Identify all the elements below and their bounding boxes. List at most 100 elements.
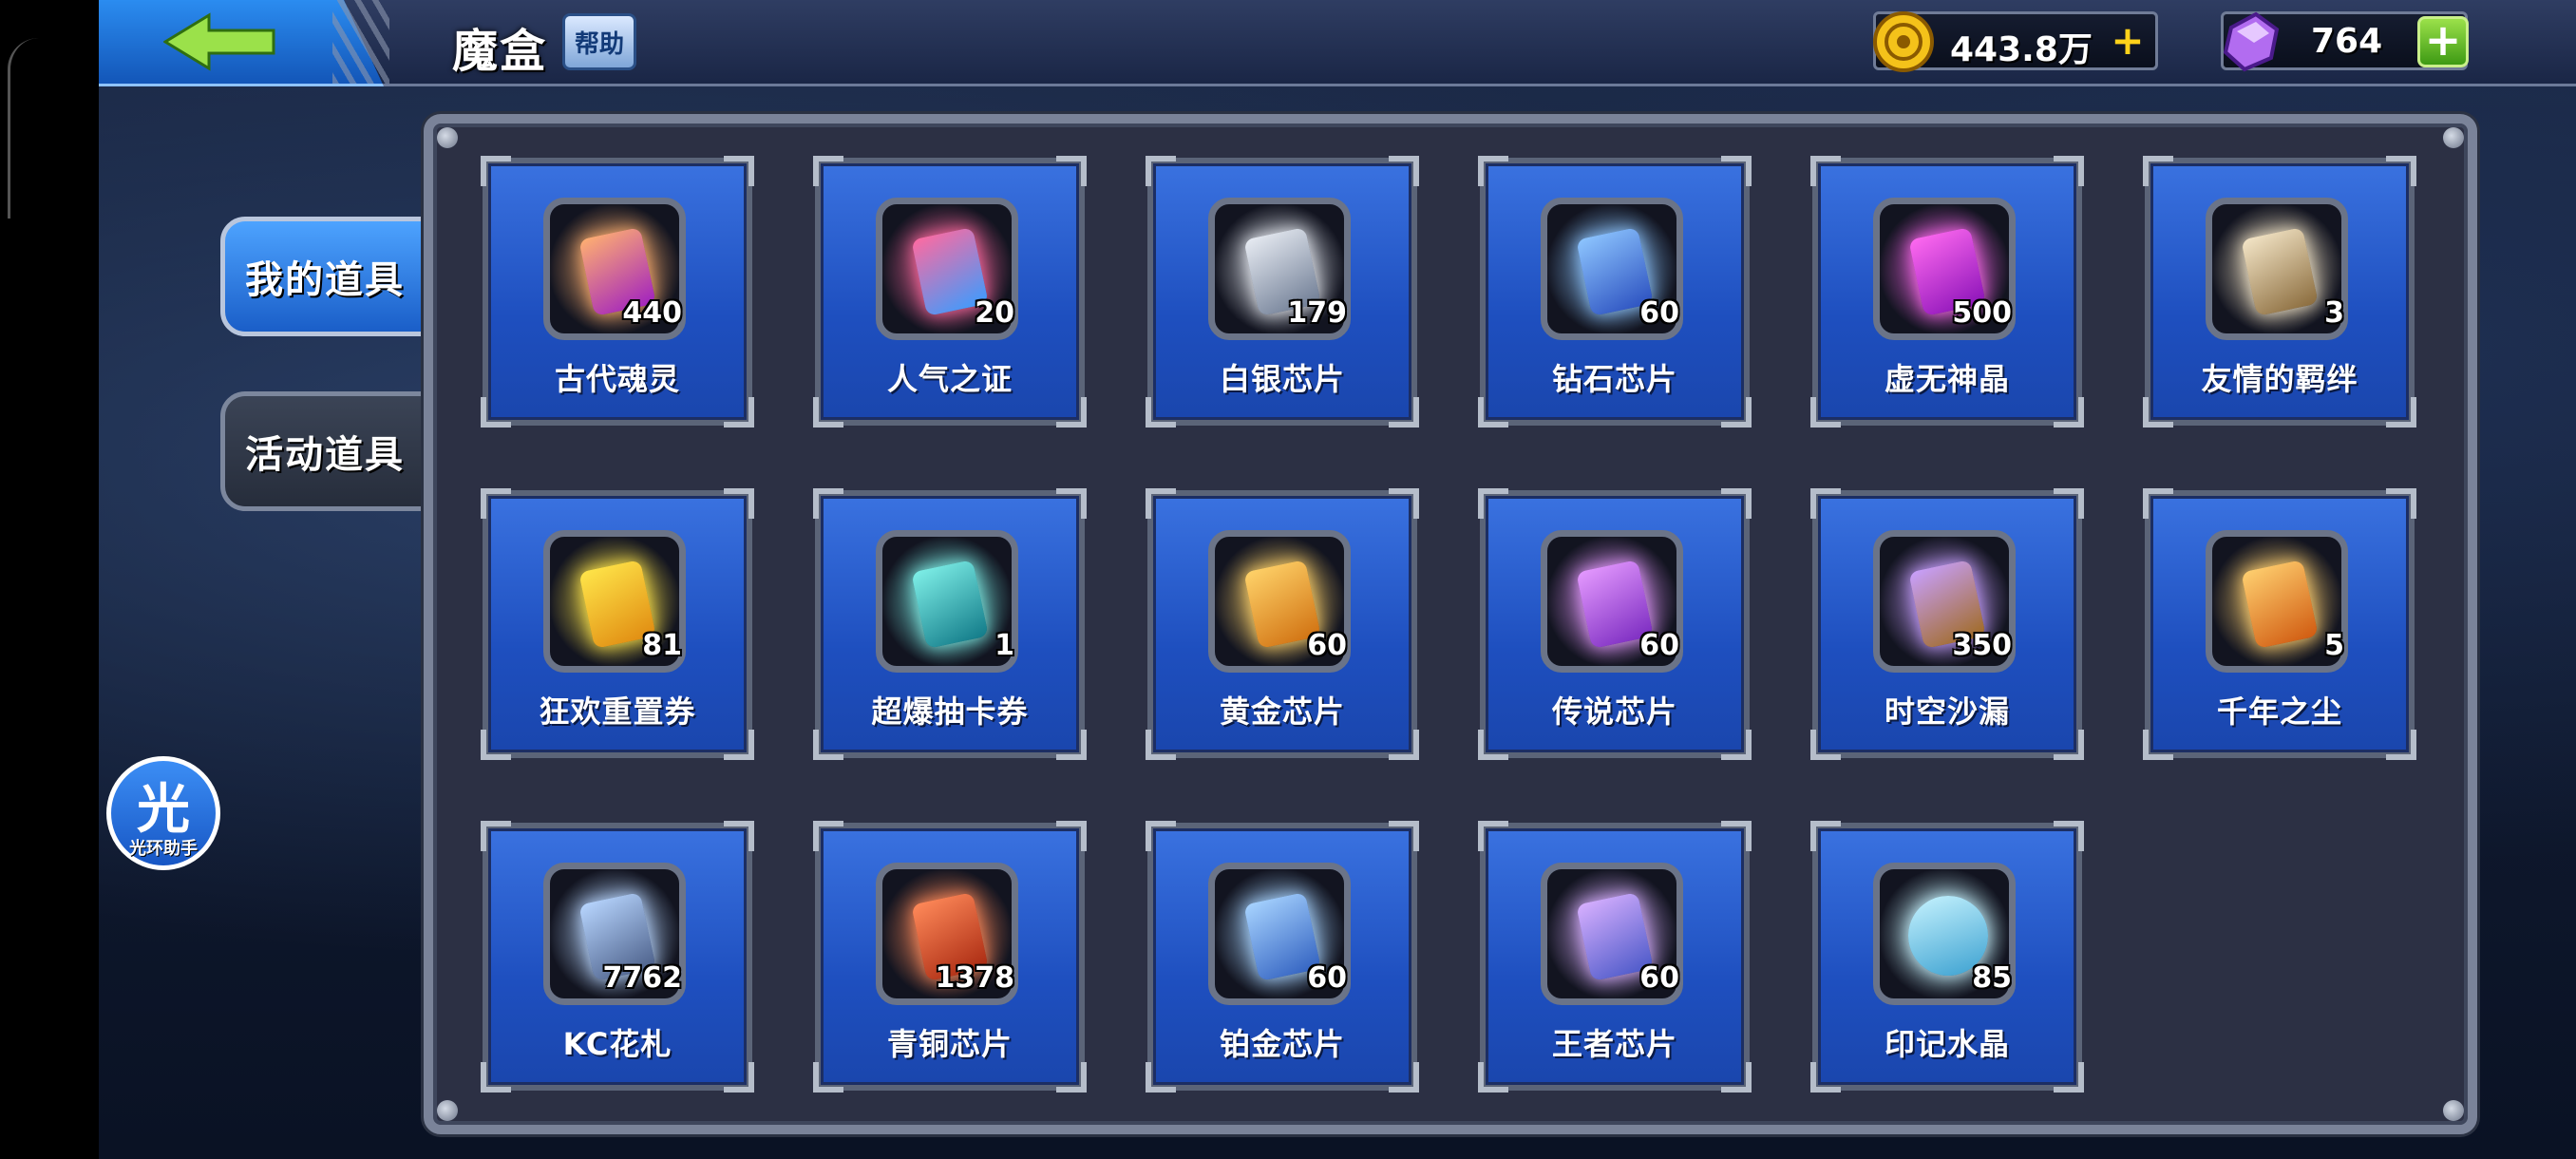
- item-card[interactable]: 60 钻石芯片: [1478, 156, 1752, 428]
- frame-corner: [724, 730, 754, 760]
- frame-corner: [1389, 730, 1419, 760]
- item-name: 虚无神晶: [1884, 361, 2010, 397]
- frame-corner: [1478, 156, 1508, 186]
- frame-corner: [2386, 488, 2416, 519]
- item-card[interactable]: 60 传说芯片: [1478, 488, 1752, 760]
- tab-my-items[interactable]: 我的道具: [220, 217, 429, 336]
- frame-corner: [1056, 488, 1087, 519]
- item-card[interactable]: 1378 青铜芯片: [813, 821, 1087, 1092]
- frame-corner: [1056, 1062, 1087, 1092]
- frame-corner: [1056, 397, 1087, 428]
- item-count: 7762: [602, 961, 683, 995]
- item-card[interactable]: 440 古代魂灵: [481, 156, 754, 428]
- item-card[interactable]: 3 友情的羁绊: [2143, 156, 2416, 428]
- frame-corner: [2054, 730, 2084, 760]
- frame-corner: [1810, 730, 1841, 760]
- frame-corner: [481, 1062, 511, 1092]
- assistant-button[interactable]: 光 光环助手: [106, 756, 220, 870]
- frame-corner: [1146, 156, 1176, 186]
- gold-coin-icon: [1873, 11, 1934, 72]
- frame-corner: [813, 730, 843, 760]
- frame-corner: [2143, 488, 2173, 519]
- frame-corner: [2386, 397, 2416, 428]
- add-gold-button[interactable]: +: [2110, 21, 2146, 61]
- item-count: 60: [1639, 296, 1679, 330]
- frame-corner: [2054, 821, 2084, 851]
- frame-corner: [724, 156, 754, 186]
- frame-corner: [481, 397, 511, 428]
- frame-corner: [1056, 730, 1087, 760]
- item-name: 狂欢重置券: [539, 694, 696, 730]
- item-card[interactable]: 81 狂欢重置券: [481, 488, 754, 760]
- frame-corner: [2054, 1062, 2084, 1092]
- item-count: 350: [1952, 629, 2012, 662]
- frame-corner: [813, 1062, 843, 1092]
- frame-corner: [1721, 488, 1752, 519]
- frame-corner: [481, 821, 511, 851]
- item-card[interactable]: 60 铂金芯片: [1146, 821, 1419, 1092]
- frame-corner: [1478, 821, 1508, 851]
- header-stripes: [332, 0, 389, 84]
- panel-bolt: [2443, 127, 2464, 148]
- frame-corner: [1721, 821, 1752, 851]
- frame-corner: [2054, 488, 2084, 519]
- add-gems-button[interactable]: +: [2417, 16, 2469, 67]
- frame-corner: [1146, 488, 1176, 519]
- panel-bolt: [437, 127, 458, 148]
- frame-corner: [1721, 156, 1752, 186]
- gold-amount: 443.8万: [1950, 30, 2093, 69]
- frame-corner: [813, 397, 843, 428]
- frame-corner: [1389, 156, 1419, 186]
- item-card[interactable]: 7762 KC花札: [481, 821, 754, 1092]
- item-card[interactable]: 85 印记水晶: [1810, 821, 2084, 1092]
- item-name: 超爆抽卡券: [871, 694, 1029, 730]
- frame-corner: [1721, 730, 1752, 760]
- item-count: 81: [642, 629, 682, 662]
- frame-corner: [1389, 397, 1419, 428]
- item-card[interactable]: 5 千年之尘: [2143, 488, 2416, 760]
- frame-corner: [481, 488, 511, 519]
- tab-event-items[interactable]: 活动道具: [220, 391, 429, 511]
- frame-corner: [2143, 730, 2173, 760]
- item-card[interactable]: 179 白银芯片: [1146, 156, 1419, 428]
- item-count: 60: [1639, 961, 1679, 995]
- item-name: 黄金芯片: [1219, 694, 1345, 730]
- frame-corner: [1810, 488, 1841, 519]
- item-card[interactable]: 60 王者芯片: [1478, 821, 1752, 1092]
- frame-corner: [1389, 488, 1419, 519]
- frame-corner: [1389, 821, 1419, 851]
- frame-corner: [1146, 397, 1176, 428]
- item-card[interactable]: 500 虚无神晶: [1810, 156, 2084, 428]
- item-card[interactable]: 1 超爆抽卡券: [813, 488, 1087, 760]
- frame-corner: [724, 397, 754, 428]
- help-button[interactable]: 帮助: [562, 13, 636, 70]
- item-card[interactable]: 20 人气之证: [813, 156, 1087, 428]
- item-name: 人气之证: [886, 361, 1013, 397]
- frame-corner: [2143, 156, 2173, 186]
- assistant-glyph: 光: [137, 779, 190, 841]
- item-count: 1: [994, 629, 1014, 662]
- item-count: 3: [2324, 296, 2344, 330]
- frame-corner: [1478, 397, 1508, 428]
- frame-corner: [1810, 397, 1841, 428]
- item-count: 60: [1307, 629, 1347, 662]
- item-count: 500: [1952, 296, 2012, 330]
- item-name: 青铜芯片: [886, 1026, 1013, 1062]
- item-card[interactable]: 60 黄金芯片: [1146, 488, 1419, 760]
- frame-corner: [813, 821, 843, 851]
- frame-corner: [724, 488, 754, 519]
- item-count: 5: [2324, 629, 2344, 662]
- item-name: 钻石芯片: [1551, 361, 1677, 397]
- item-count: 1378: [935, 961, 1015, 995]
- item-card[interactable]: 350 时空沙漏: [1810, 488, 2084, 760]
- frame-corner: [1810, 156, 1841, 186]
- frame-corner: [1478, 1062, 1508, 1092]
- item-name: 印记水晶: [1884, 1026, 2010, 1062]
- frame-corner: [481, 156, 511, 186]
- frame-corner: [1478, 730, 1508, 760]
- assistant-label: 光环助手: [129, 839, 198, 859]
- gold-currency: 443.8万 +: [1873, 11, 2158, 72]
- frame-corner: [1146, 1062, 1176, 1092]
- back-arrow-icon: [163, 12, 275, 71]
- frame-corner: [1721, 397, 1752, 428]
